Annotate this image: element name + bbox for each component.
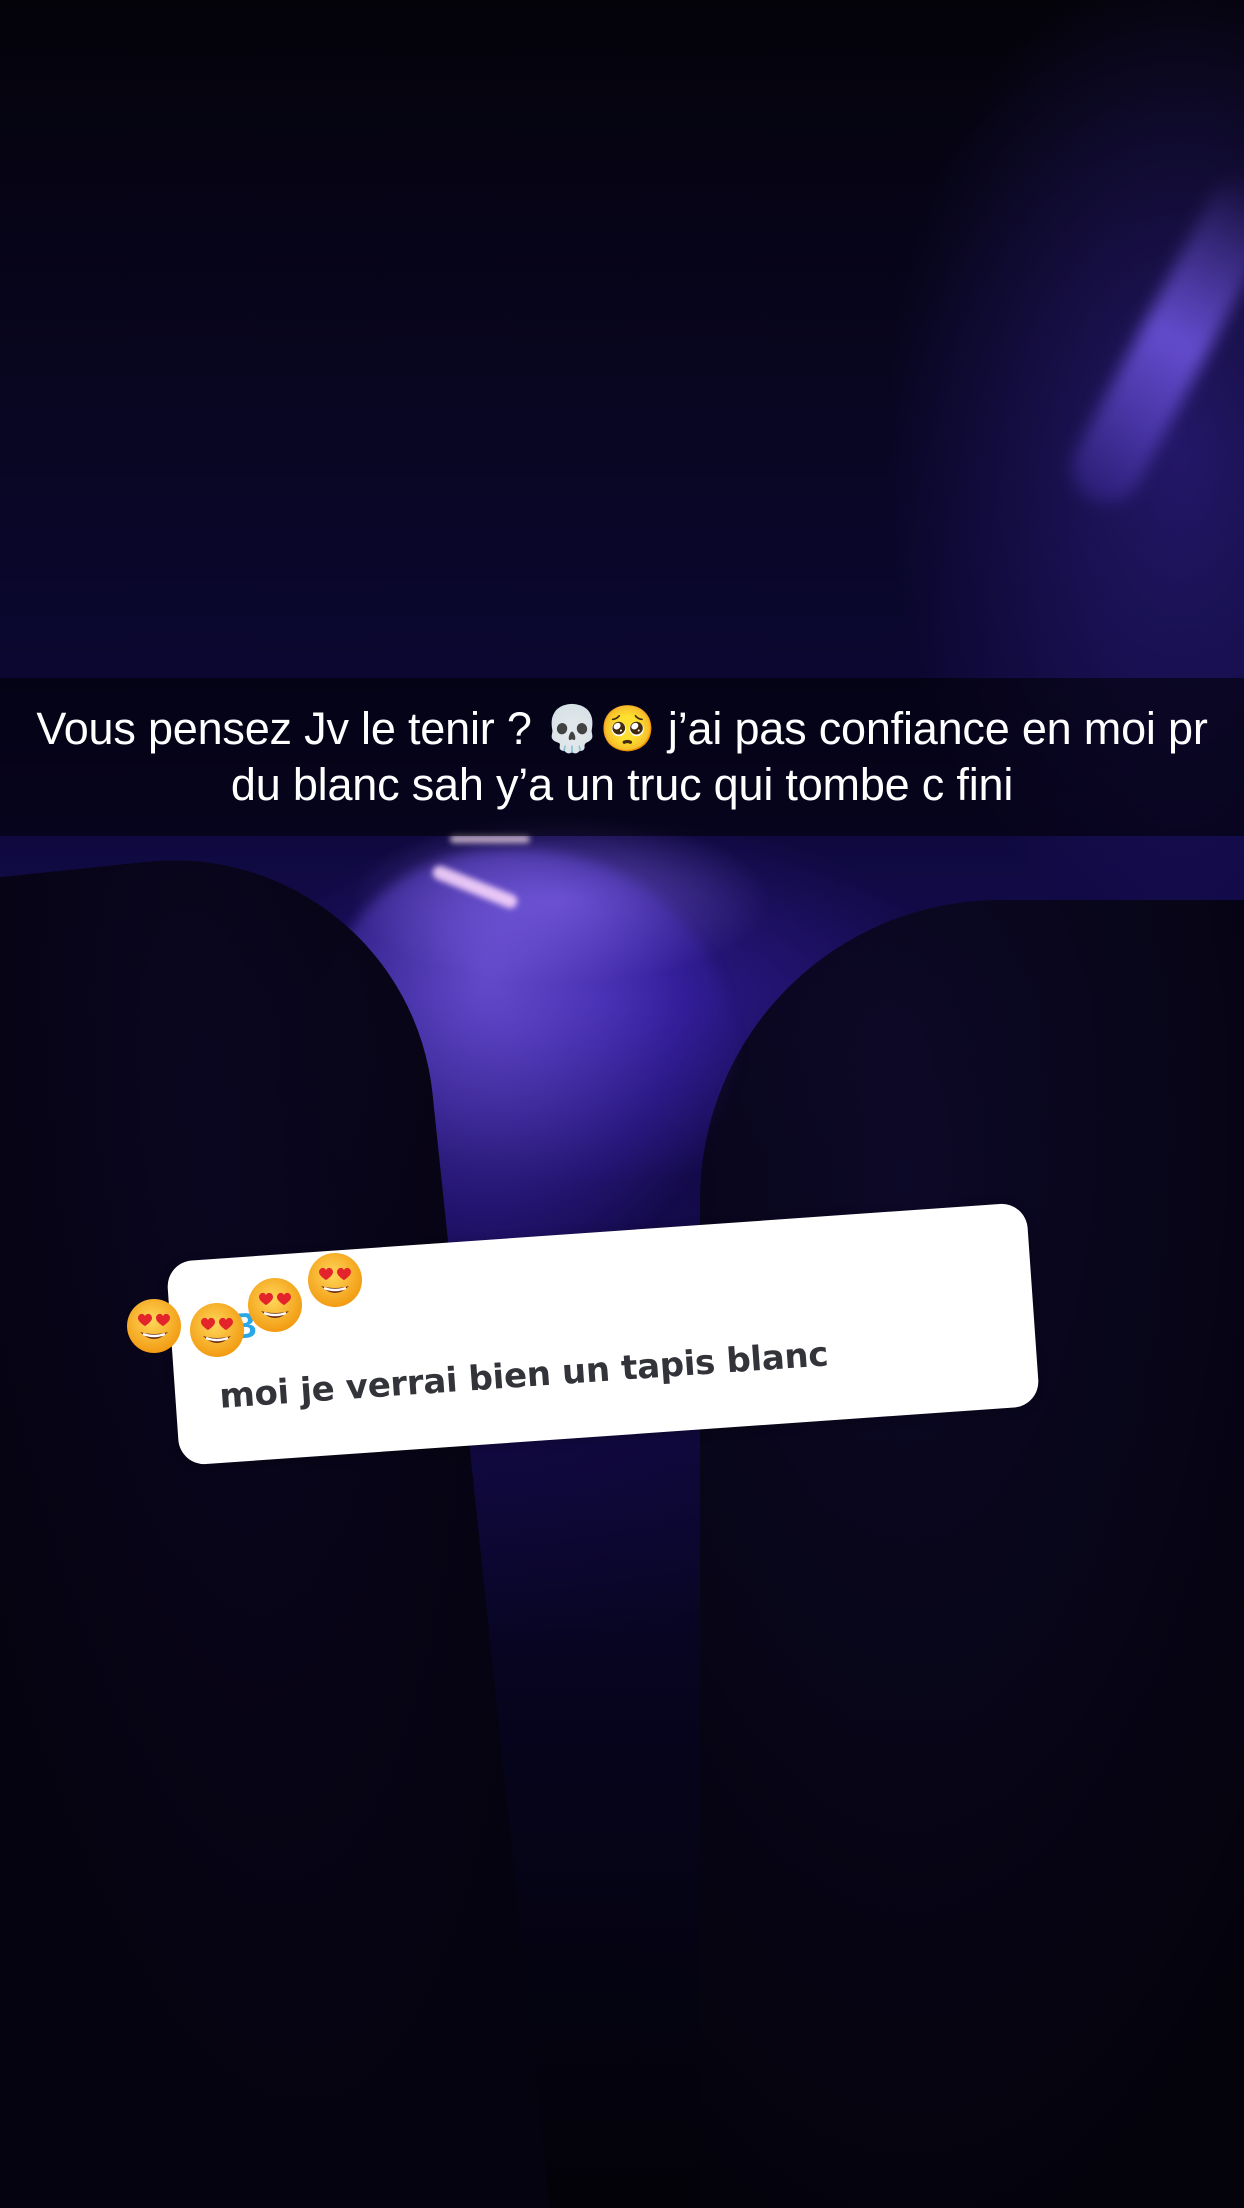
car-floor-glow xyxy=(320,850,740,1270)
car-seat-left xyxy=(0,834,552,2208)
heart-eyes-emoji-icon xyxy=(305,1250,365,1310)
reply-sticker-text: moi je verrai bien un tapis blanc xyxy=(218,1334,830,1417)
heart-eyes-emoji-icon xyxy=(187,1300,247,1360)
ambient-light-strip xyxy=(1059,164,1244,516)
caption-text: Vous pensez Jv le tenir ? 💀🥺 j’ai pas co… xyxy=(36,703,1208,810)
caption-bar[interactable]: Vous pensez Jv le tenir ? 💀🥺 j’ai pas co… xyxy=(0,678,1244,836)
light-glare-secondary xyxy=(450,835,530,843)
car-seat-right xyxy=(700,900,1244,2208)
light-glare xyxy=(430,863,520,911)
heart-eyes-emoji-icon xyxy=(124,1296,184,1356)
snap-photo: Vous pensez Jv le tenir ? 💀🥺 j’ai pas co… xyxy=(0,0,1244,2208)
heart-eyes-emoji-icon xyxy=(245,1275,305,1335)
